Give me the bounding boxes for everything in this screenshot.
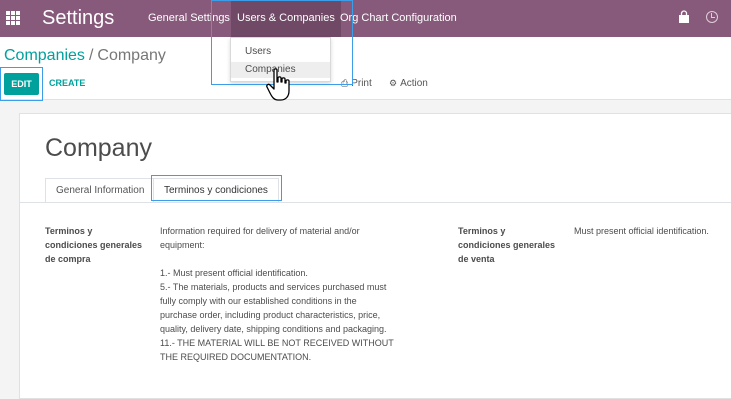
hand-cursor-icon — [266, 68, 290, 101]
breadcrumb: Companies / Company — [4, 47, 166, 65]
control-panel: Companies / Company EDIT CREATE ⎙ Print ⚙ Ac… — [0, 37, 731, 100]
gear-icon: ⚙ — [389, 78, 398, 88]
action-label: Action — [400, 78, 428, 89]
breadcrumb-current: Company — [97, 47, 166, 64]
print-label: Print — [351, 78, 372, 89]
clock-icon[interactable] — [706, 11, 718, 23]
top-navbar: Settings General Settings Users & Compan… — [0, 0, 731, 37]
app-title: Settings — [42, 7, 115, 29]
form-sheet: Company General Information Terminos y c… — [19, 113, 731, 399]
page-title: Company — [45, 134, 152, 162]
tab-divider — [20, 202, 731, 203]
menu-general-settings[interactable]: General Settings — [148, 12, 230, 24]
purchase-terms-label: Terminos y condiciones generales de comp… — [45, 226, 143, 264]
breadcrumb-separator: / — [88, 47, 94, 64]
sale-terms-value: Must present official identification. — [574, 226, 709, 236]
edit-button[interactable]: EDIT — [4, 73, 39, 95]
purchase-terms-value: Information required for delivery of mat… — [160, 226, 394, 362]
breadcrumb-companies-link[interactable]: Companies — [4, 47, 85, 64]
sale-terms-label: Terminos y condiciones generales de vent… — [458, 226, 556, 264]
apps-menu-icon[interactable] — [6, 11, 20, 25]
create-button[interactable]: CREATE — [49, 78, 85, 88]
dropdown-item-users[interactable]: Users — [231, 44, 330, 60]
tab-terminos-y-condiciones[interactable]: Terminos y condiciones — [153, 178, 279, 202]
print-button[interactable]: ⎙ Print — [341, 78, 372, 89]
action-button[interactable]: ⚙ Action — [389, 78, 428, 89]
shopping-bag-icon[interactable] — [678, 10, 690, 24]
print-icon: ⎙ — [341, 78, 349, 88]
menu-org-chart-configuration[interactable]: Org Chart Configuration — [340, 12, 457, 24]
menu-users-companies[interactable]: Users & Companies — [231, 0, 341, 37]
tab-general-information[interactable]: General Information — [45, 178, 156, 202]
